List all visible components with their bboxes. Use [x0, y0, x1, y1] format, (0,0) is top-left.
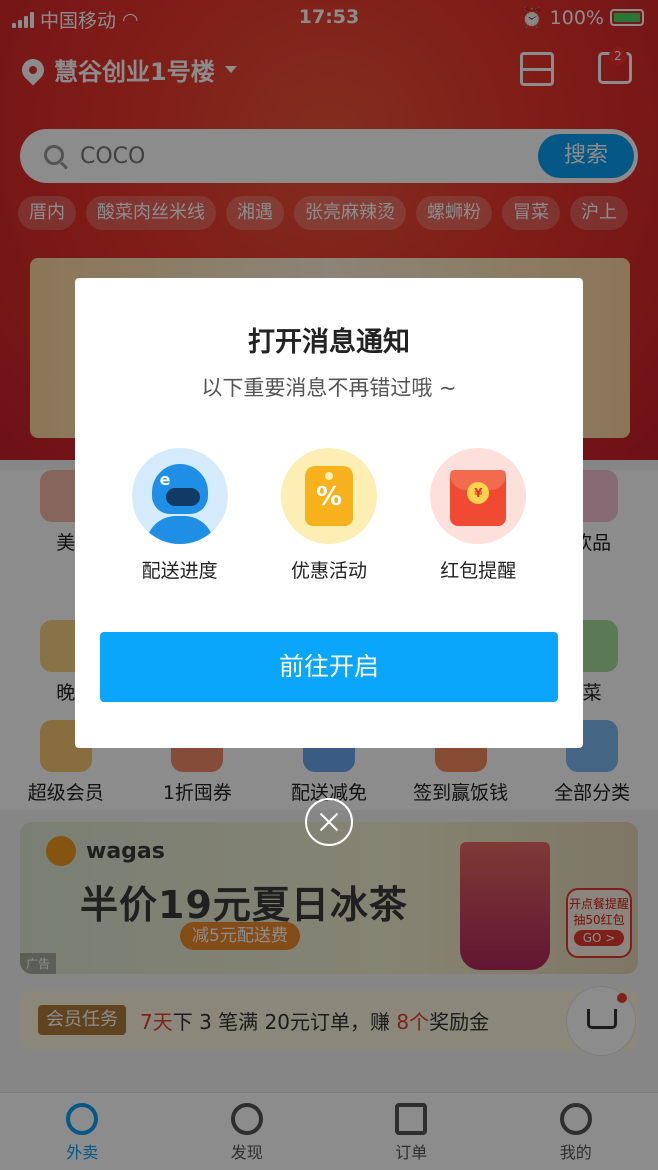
red-packet-icon: ¥	[430, 448, 527, 544]
feature-red-packet: ¥ 红包提醒	[413, 448, 543, 583]
dialog-subtitle: 以下重要消息不再错过哦 ~	[201, 376, 457, 400]
enable-notifications-button[interactable]: 前往开启	[100, 632, 558, 702]
feature-list: e 配送进度 % 优惠活动 ¥ 红包提醒	[75, 448, 583, 583]
feature-promotions: % 优惠活动	[264, 448, 394, 583]
notification-dialog: 打开消息通知 以下重要消息不再错过哦 ~ e 配送进度 % 优惠活动 ¥ 红包提…	[75, 278, 583, 748]
rider-icon: e	[131, 448, 228, 544]
coupon-icon: %	[280, 448, 377, 544]
feature-delivery-progress: e 配送进度	[115, 448, 245, 583]
dialog-title: 打开消息通知	[248, 327, 410, 358]
close-icon[interactable]	[305, 798, 353, 846]
